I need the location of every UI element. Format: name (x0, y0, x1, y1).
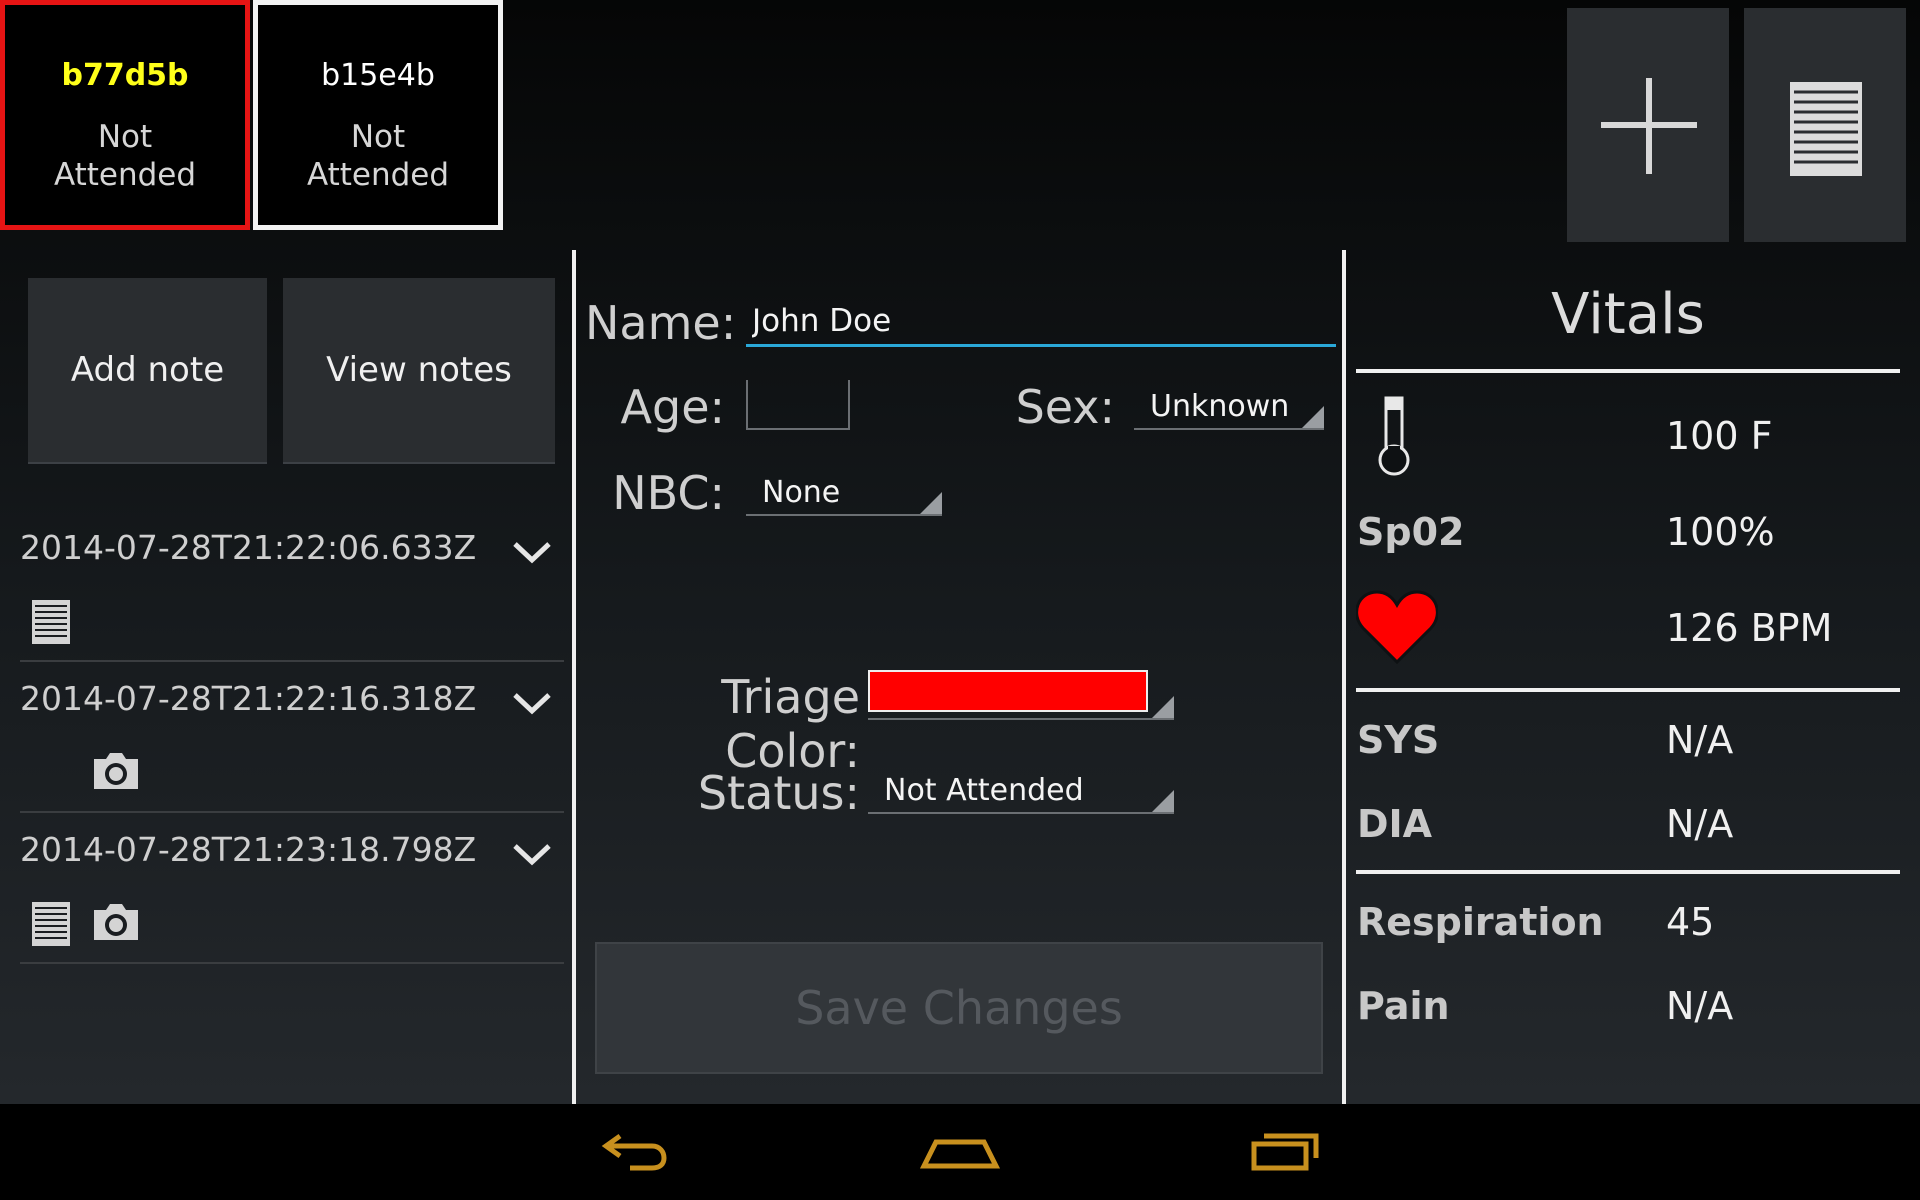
dropdown-arrow-icon (1152, 696, 1174, 718)
back-icon[interactable] (600, 1124, 670, 1180)
note-icon (32, 600, 70, 644)
recents-icon[interactable] (1250, 1124, 1322, 1180)
note-list-item[interactable]: 2014-07-28T21:22:16.318Z (20, 661, 564, 813)
heart-icon (1356, 590, 1438, 665)
heart-rate-value: 126 BPM (1666, 606, 1833, 650)
add-patient-button[interactable] (1567, 8, 1729, 242)
sys-value: N/A (1666, 718, 1734, 762)
note-list-item[interactable]: 2014-07-28T21:22:06.633Z (20, 510, 564, 662)
age-label: Age: (620, 380, 725, 434)
triage-color-label: Triage Color: (721, 670, 860, 778)
dropdown-arrow-icon (920, 492, 942, 514)
name-field[interactable] (746, 298, 1336, 347)
sex-label: Sex: (1015, 380, 1115, 434)
spo2-label: Sp02 (1357, 510, 1465, 554)
camera-icon (94, 753, 138, 789)
note-timestamp: 2014-07-28T21:22:16.318Z (20, 679, 477, 718)
sex-dropdown[interactable]: Unknown (1134, 384, 1324, 430)
note-list-item[interactable]: 2014-07-28T21:23:18.798Z (20, 812, 564, 964)
status-dropdown[interactable]: Not Attended (868, 768, 1174, 814)
age-field[interactable] (746, 380, 850, 430)
respiration-value: 45 (1666, 900, 1715, 944)
status-value: Not Attended (884, 773, 1084, 808)
column-divider (572, 250, 576, 1104)
plus-icon (1601, 78, 1697, 174)
camera-icon (94, 904, 138, 940)
home-icon[interactable] (920, 1124, 1000, 1180)
add-note-button[interactable]: Add note (28, 278, 267, 464)
sys-label: SYS (1357, 718, 1440, 762)
note-timestamp: 2014-07-28T21:22:06.633Z (20, 528, 477, 567)
dropdown-arrow-icon (1152, 790, 1174, 812)
vitals-title: Vitals (1551, 282, 1705, 347)
pain-value: N/A (1666, 984, 1734, 1028)
patient-tab-selected[interactable]: b77d5b Not Attended (0, 0, 250, 230)
divider (1356, 688, 1900, 692)
nbc-dropdown[interactable]: None (746, 470, 942, 516)
navigation-bar (0, 1104, 1920, 1200)
list-icon (1790, 82, 1862, 176)
patient-id: b77d5b (61, 58, 189, 93)
column-divider (1342, 250, 1346, 1104)
chevron-down-icon[interactable] (512, 540, 552, 564)
respiration-label: Respiration (1357, 900, 1604, 944)
patient-status: Not Attended (306, 119, 450, 193)
name-label: Name: (585, 296, 737, 350)
patient-id: b15e4b (321, 58, 435, 93)
chevron-down-icon[interactable] (512, 842, 552, 866)
view-notes-button[interactable]: View notes (283, 278, 555, 464)
divider (1356, 369, 1900, 373)
temperature-value: 100 F (1666, 414, 1773, 458)
patient-list-button[interactable] (1744, 8, 1906, 242)
thermometer-icon (1378, 396, 1410, 476)
patient-tab[interactable]: b15e4b Not Attended (253, 0, 503, 230)
divider (1356, 870, 1900, 874)
chevron-down-icon[interactable] (512, 691, 552, 715)
save-changes-button[interactable]: Save Changes (595, 942, 1323, 1074)
patient-status: Not Attended (53, 119, 197, 193)
spo2-value: 100% (1666, 510, 1775, 554)
pain-label: Pain (1357, 984, 1450, 1028)
status-label: Status: (697, 766, 860, 820)
dia-label: DIA (1357, 802, 1433, 846)
sex-value: Unknown (1150, 389, 1290, 424)
app-window: b77d5b Not Attended b15e4b Not Attended (0, 0, 1920, 1104)
dia-value: N/A (1666, 802, 1734, 846)
note-icon (32, 902, 70, 946)
nbc-label: NBC: (612, 466, 725, 520)
triage-color-dropdown[interactable] (868, 670, 1174, 720)
note-timestamp: 2014-07-28T21:23:18.798Z (20, 830, 477, 869)
triage-color-swatch (868, 670, 1148, 712)
nbc-value: None (762, 475, 841, 510)
dropdown-arrow-icon (1302, 406, 1324, 428)
